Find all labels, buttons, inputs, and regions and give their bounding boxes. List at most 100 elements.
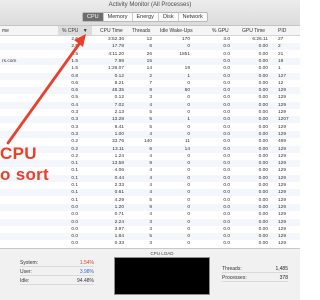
column-idle-wakeups[interactable]: Idle Wake-Ups — [160, 28, 193, 34]
idle-wakeups: 0 — [187, 212, 190, 218]
pid: 129 — [278, 88, 287, 94]
pid: 129 — [278, 110, 287, 115]
column-gpu[interactable]: % GPU — [212, 28, 229, 34]
gpu-percent: 3.0 — [223, 37, 230, 42]
cpu-time: 1.24 — [114, 153, 124, 159]
gpu-percent: 0.0 — [223, 124, 230, 130]
table-row[interactable]: 0.6 8.21 7 0 0.0 0.00 12 — [0, 80, 300, 87]
thread-count: 3 — [149, 219, 152, 225]
gpu-percent: 0.0 — [223, 234, 230, 240]
thread-count: 4 — [149, 183, 152, 188]
pid: 21 — [278, 51, 284, 57]
thread-count: 4 — [149, 190, 152, 196]
cpu-percent: 0.5 — [71, 95, 78, 101]
table-row[interactable]: 0.3 2.13 5 0 0.0 0.00 129 — [0, 109, 300, 116]
table-row[interactable]: 0.0 3.97 3 0 0.0 0.00 129 — [0, 226, 300, 233]
pid: 127 — [278, 73, 287, 79]
thread-count: 12 — [146, 37, 152, 42]
process-stats: Threads: 1,485 Processes: 378 — [222, 265, 288, 283]
tab-energy[interactable]: Energy — [133, 13, 159, 21]
idle-wakeups: 14 — [184, 146, 190, 152]
cpu-percent: 0.3 — [71, 124, 78, 130]
table-row[interactable]: 0.0 1.84 5 0 0.0 0.00 129 — [0, 233, 300, 241]
table-row[interactable]: 0.2 1.24 4 0 0.0 0.00 129 — [0, 153, 300, 160]
gpu-time: 0.00 — [258, 234, 268, 240]
pid: 27 — [278, 37, 284, 42]
idle-wakeups: 0 — [187, 226, 190, 232]
tab-memory[interactable]: Memory — [104, 13, 133, 21]
tab-disk[interactable]: Disk — [159, 13, 179, 21]
cpu-percent: 0.1 — [71, 168, 78, 174]
thread-count: 9 — [149, 88, 152, 94]
table-row[interactable]: 0.3 1.00 4 0 0.0 0.00 129 — [0, 130, 300, 138]
pid: 129 — [278, 190, 287, 196]
table-row[interactable]: 2.5 17.78 6 0 0.0 0.00 2 — [0, 43, 300, 51]
table-row[interactable]: 0.0 0.71 4 0 0.0 0.00 129 — [0, 211, 300, 218]
table-row[interactable]: rs.com 1.5 7.98 15 0.0 0.00 19 — [0, 57, 300, 65]
gpu-percent: 0.0 — [223, 80, 230, 86]
idle-wakeups: 0 — [187, 80, 190, 86]
column-cpu-time[interactable]: CPU Time — [100, 28, 123, 34]
table-row[interactable]: 0.0 1.20 9 0 0.0 0.00 129 — [0, 203, 300, 211]
idle-wakeups: 60 — [184, 88, 190, 94]
gpu-time: 0.00 — [258, 190, 268, 196]
column-pid[interactable]: PID — [278, 28, 286, 34]
cpu-percent: 2.5 — [71, 51, 78, 57]
cpu-percent: 2.6 — [71, 37, 78, 42]
gpu-time: 0.00 — [258, 212, 268, 218]
table-row[interactable]: 0.0 2.24 3 0 0.0 0.00 129 — [0, 218, 300, 226]
column-header: me % CPU ▼ CPU Time Threads Idle Wake-Up… — [0, 26, 300, 36]
table-row[interactable]: 0.6 48.35 9 60 0.0 0.00 129 — [0, 87, 300, 95]
cpu-percent: 0.1 — [71, 175, 78, 181]
gpu-percent: 0.0 — [223, 117, 230, 123]
table-row[interactable]: 0.3 9.41 5 0 0.0 0.00 129 — [0, 124, 300, 131]
cpu-time: 4:11.20 — [108, 51, 124, 57]
gpu-percent: 0.0 — [223, 88, 230, 94]
thread-count: 4 — [149, 168, 152, 174]
gpu-time: 0.00 — [258, 80, 268, 86]
table-row[interactable]: 0.4 7.02 4 0 0.0 0.00 129 — [0, 101, 300, 109]
tab-cpu[interactable]: CPU — [83, 13, 104, 21]
gpu-percent: 0.0 — [223, 95, 230, 101]
table-row[interactable]: 0.2 33.76 140 11 0.0 0.00 469 — [0, 138, 300, 145]
pid: 129 — [278, 241, 287, 247]
gpu-percent: 0.0 — [223, 190, 230, 196]
table-row[interactable]: 0.0 0.33 3 0 0.0 0.00 129 — [0, 240, 300, 247]
table-row[interactable]: 0.1 0.61 4 0 0.0 0.00 129 — [0, 189, 300, 197]
gpu-percent: 0.0 — [223, 139, 230, 145]
cpu-time: 4.29 — [114, 197, 124, 203]
tab-network[interactable]: Network — [179, 13, 207, 21]
column-process-name[interactable]: me — [2, 28, 9, 34]
pid: 129 — [278, 124, 287, 130]
table-row[interactable]: 0.8 0.12 2 1 0.0 0.00 127 — [0, 72, 300, 80]
column-cpu[interactable]: % CPU ▼ — [58, 26, 92, 35]
table-row[interactable]: 0.3 13.28 5 1 0.0 0.00 1207 — [0, 116, 300, 124]
cpu-time: 0.44 — [114, 175, 124, 181]
table-row[interactable]: 0.5 0.12 3 0 0.0 0.00 129 — [0, 94, 300, 101]
cpu-load-title: CPU LOAD — [150, 251, 174, 256]
thread-count: 4 — [149, 212, 152, 218]
table-row[interactable]: 2.6 3:52.36 12 170 3.0 6:26.11 27 — [0, 36, 300, 43]
gpu-time: 0.00 — [258, 110, 268, 115]
table-row[interactable]: 0.2 13.11 6 14 0.0 0.00 129 — [0, 145, 300, 153]
column-threads[interactable]: Threads — [132, 28, 150, 34]
idle-wakeups: 1 — [187, 73, 190, 79]
pid: 129 — [278, 95, 287, 101]
idle-label: Idle: — [20, 278, 30, 284]
process-name: rs.com — [2, 58, 17, 64]
cpu-percent: 0.6 — [71, 80, 78, 86]
processes-label: Processes: — [222, 275, 247, 281]
cpu-time: 3:52.36 — [107, 37, 124, 42]
pid: 129 — [278, 234, 287, 240]
cpu-time: 13.58 — [111, 161, 124, 167]
gpu-time: 0.00 — [258, 51, 268, 57]
cpu-percent: 0.0 — [71, 219, 78, 225]
pid: 129 — [278, 168, 287, 174]
table-row[interactable]: 0.1 4.29 5 0 0.0 0.00 129 — [0, 197, 300, 204]
table-row[interactable]: 1.5 1:26.07 14 19 0.0 0.00 1 — [0, 65, 300, 72]
table-row[interactable]: 2.5 4:11.20 26 1851 0.0 0.00 21 — [0, 51, 300, 58]
thread-count: 5 — [149, 110, 152, 115]
column-gpu-time[interactable]: GPU Time — [242, 28, 265, 34]
pid: 129 — [278, 146, 287, 152]
idle-wakeups: 0 — [187, 197, 190, 203]
